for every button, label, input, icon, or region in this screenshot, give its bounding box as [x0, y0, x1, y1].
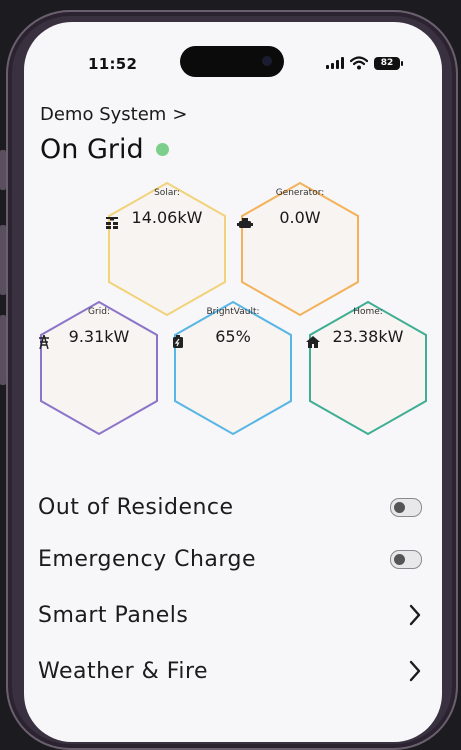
status-icons: 82: [326, 56, 403, 70]
wifi-icon: [350, 56, 368, 70]
home-label: Home:: [353, 307, 383, 317]
home-value: 23.38kW: [332, 327, 404, 346]
system-selector[interactable]: Demo System >: [40, 104, 187, 125]
solar-value: 14.06kW: [131, 208, 203, 227]
camera-icon: [262, 56, 272, 66]
solar-label: Solar:: [154, 188, 180, 198]
app-screen: 11:52 82 Demo System > On Grid Solar: 14…: [24, 22, 442, 742]
generator-node[interactable]: Generator: 0.0W: [237, 180, 363, 318]
toggle-knob: [394, 501, 405, 513]
chevron-right-icon: >: [172, 104, 188, 125]
side-button: [0, 225, 6, 295]
dynamic-island: [180, 46, 284, 77]
weather-fire-row[interactable]: Weather & Fire: [38, 656, 422, 686]
brightvault-node[interactable]: BrightVault: 65%: [170, 299, 296, 437]
page-title: On Grid: [40, 134, 169, 165]
grid-value: 9.31kW: [68, 327, 130, 346]
battery-level: 82: [380, 58, 394, 68]
cellular-signal-icon: [326, 57, 344, 69]
solar-node[interactable]: Solar: 14.06kW: [104, 180, 230, 318]
side-button: [0, 150, 6, 190]
emergency-charge-row: Emergency Charge: [38, 544, 422, 574]
system-name: Demo System: [40, 104, 167, 125]
brightvault-label: BrightVault:: [206, 307, 260, 317]
battery-vault-icon: [173, 335, 183, 348]
out-of-residence-row: Out of Residence: [38, 492, 422, 522]
grid-label: Grid:: [88, 307, 110, 317]
grid-node[interactable]: Grid: 9.31kW: [36, 299, 162, 437]
power-tower-icon: [39, 335, 49, 349]
smart-panels-row[interactable]: Smart Panels: [38, 600, 422, 630]
chevron-right-icon: [409, 660, 421, 682]
emergency-charge-label: Emergency Charge: [38, 546, 257, 572]
weather-fire-label: Weather & Fire: [38, 658, 209, 684]
side-button: [0, 315, 6, 385]
toggle-knob: [394, 553, 405, 565]
emergency-charge-toggle[interactable]: [390, 549, 422, 569]
status-indicator-dot: [155, 143, 169, 156]
home-icon: [306, 336, 320, 348]
smart-panels-label: Smart Panels: [38, 602, 189, 628]
grid-status-text: On Grid: [40, 134, 144, 165]
brightvault-value: 65%: [215, 327, 251, 346]
battery-icon: 82: [374, 56, 403, 70]
out-of-residence-label: Out of Residence: [38, 494, 234, 520]
out-of-residence-toggle[interactable]: [390, 497, 422, 517]
generator-value: 0.0W: [279, 208, 321, 227]
solar-panel-icon: [106, 217, 118, 229]
status-time: 11:52: [88, 55, 138, 73]
chevron-right-icon: [409, 604, 421, 626]
home-node[interactable]: Home: 23.38kW: [305, 299, 431, 437]
generator-icon: [237, 218, 253, 228]
generator-label: Generator:: [275, 188, 325, 198]
